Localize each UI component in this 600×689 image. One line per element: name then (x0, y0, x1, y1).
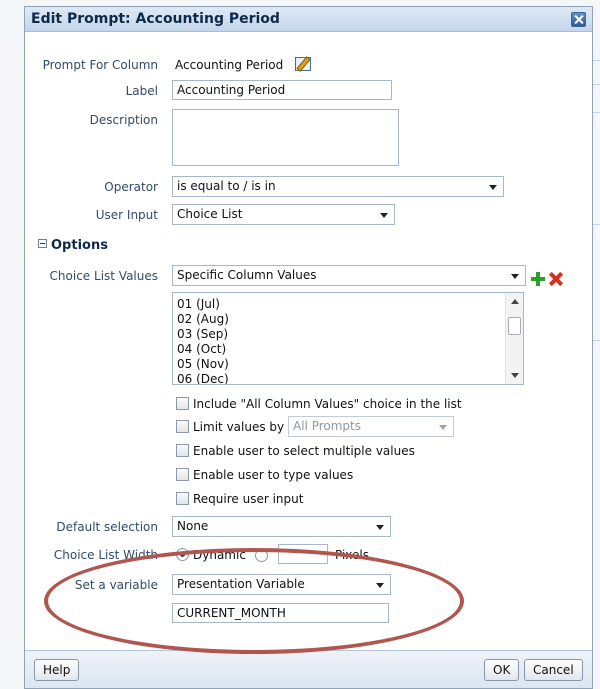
scroll-thumb[interactable] (508, 317, 521, 335)
dialog-footer: Help OK Cancel (25, 650, 592, 688)
type-values-label: Enable user to type values (193, 468, 354, 482)
default-selection-select-value: None (177, 519, 209, 533)
ok-button[interactable]: OK (484, 659, 520, 681)
include-all-values-row[interactable]: Include "All Column Values" choice in th… (176, 397, 462, 415)
add-icon[interactable] (531, 272, 545, 286)
default-selection-select[interactable]: None (172, 516, 391, 537)
edit-column-icon[interactable] (295, 57, 311, 71)
list-item[interactable]: 05 (Nov) (177, 357, 229, 372)
list-item[interactable]: 02 (Aug) (177, 312, 229, 327)
operator-select-value: is equal to / is in (177, 179, 276, 193)
highlight-oval (44, 548, 464, 654)
multiple-values-row[interactable]: Enable user to select multiple values (176, 444, 415, 462)
require-input-checkbox[interactable] (176, 492, 189, 505)
description-textarea[interactable] (172, 109, 399, 166)
operator-label: Operator (104, 180, 158, 194)
description-label: Description (89, 113, 158, 127)
chevron-down-icon (376, 525, 384, 530)
list-item[interactable]: 06 (Dec) (177, 372, 229, 384)
listbox-scrollbar[interactable] (505, 293, 523, 384)
operator-select[interactable]: is equal to / is in (172, 176, 504, 197)
user-input-select[interactable]: Choice List (172, 204, 395, 225)
limit-values-select-value: All Prompts (293, 419, 361, 433)
help-button[interactable]: Help (34, 659, 80, 681)
user-input-label: User Input (95, 208, 158, 222)
chevron-down-icon (489, 185, 497, 190)
choice-list-values-select-value: Specific Column Values (177, 268, 317, 282)
choice-list-values-listbox[interactable]: 01 (Jul) 02 (Aug) 03 (Sep) 04 (Oct) 05 (… (172, 292, 524, 385)
multiple-values-label: Enable user to select multiple values (193, 444, 415, 458)
list-item[interactable]: 01 (Jul) (177, 297, 220, 312)
include-all-values-label: Include "All Column Values" choice in th… (193, 397, 462, 411)
multiple-values-checkbox[interactable] (176, 444, 189, 457)
options-section-header[interactable]: Options (38, 238, 108, 253)
choice-list-values-label: Choice List Values (49, 269, 158, 283)
collapse-icon[interactable] (38, 239, 47, 248)
prompt-for-column-label: Prompt For Column (42, 58, 158, 72)
cancel-button[interactable]: Cancel (524, 659, 583, 681)
scroll-down-arrow-icon[interactable] (511, 373, 519, 378)
choice-list-values-select[interactable]: Specific Column Values (172, 265, 526, 286)
limit-values-label: Limit values by (193, 420, 285, 434)
type-values-row[interactable]: Enable user to type values (176, 468, 353, 486)
user-input-select-value: Choice List (177, 207, 243, 221)
dialog-title: Edit Prompt: Accounting Period (31, 11, 280, 27)
list-item[interactable]: 04 (Oct) (177, 342, 226, 357)
scroll-up-arrow-icon[interactable] (511, 299, 519, 304)
options-section-title: Options (51, 238, 108, 253)
prompt-for-column-value: Accounting Period (175, 58, 284, 72)
limit-values-select[interactable]: All Prompts (288, 416, 454, 437)
chevron-down-icon (380, 213, 388, 218)
dialog-title-bar[interactable]: Edit Prompt: Accounting Period (25, 7, 592, 32)
type-values-checkbox[interactable] (176, 468, 189, 481)
list-item[interactable]: 03 (Sep) (177, 327, 228, 342)
require-input-row[interactable]: Require user input (176, 492, 303, 510)
label-input[interactable]: Accounting Period (172, 80, 392, 100)
limit-values-row[interactable]: Limit values by (176, 420, 284, 438)
require-input-label: Require user input (193, 492, 304, 506)
label-field-label: Label (125, 84, 158, 98)
default-selection-label: Default selection (56, 520, 158, 534)
close-icon[interactable] (571, 12, 586, 27)
limit-values-checkbox[interactable] (176, 420, 189, 433)
include-all-values-checkbox[interactable] (176, 397, 189, 410)
chevron-down-icon (439, 425, 447, 430)
chevron-down-icon (511, 274, 519, 279)
remove-icon[interactable] (549, 272, 563, 286)
